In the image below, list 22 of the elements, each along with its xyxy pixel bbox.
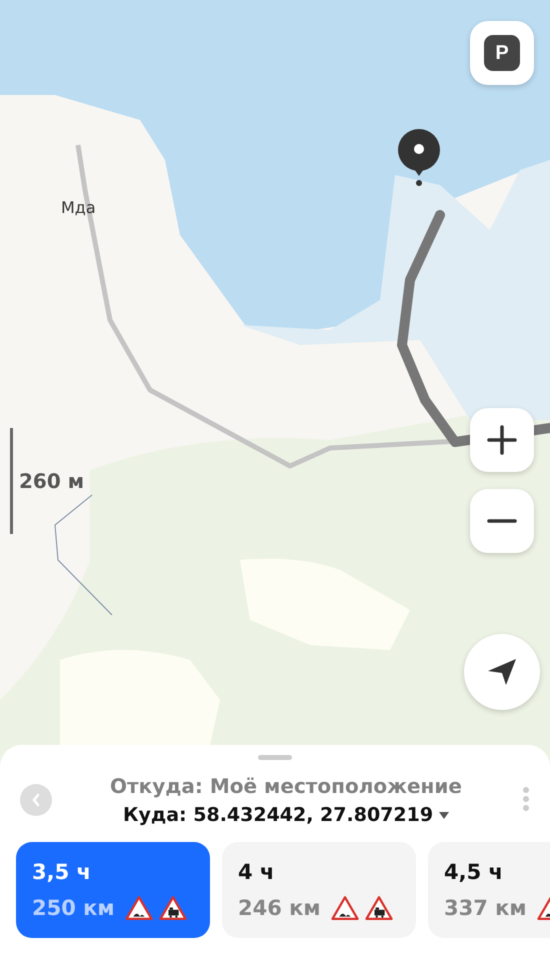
destination-selector[interactable]: Куда: 58.432442, 27.807219 [122, 804, 450, 826]
place-label: Мда [61, 198, 96, 217]
origin-label: Откуда: Моё местоположение [110, 774, 462, 798]
train-warning-icon [158, 895, 187, 920]
more-vertical-icon [522, 786, 530, 812]
plus-icon [487, 425, 517, 455]
route-option[interactable]: 4 ч 246 км [222, 842, 416, 938]
zoom-out-button[interactable] [470, 489, 534, 553]
scale-label: 260 м [19, 469, 84, 493]
train-warning-icon [364, 895, 393, 920]
route-option[interactable]: 4,5 ч 337 км [428, 842, 550, 938]
bump-warning-icon [124, 895, 153, 920]
dropdown-caret-icon [439, 812, 450, 818]
drag-handle[interactable] [258, 755, 292, 760]
parking-button[interactable]: P [470, 21, 534, 85]
chevron-left-icon [31, 793, 41, 807]
zoom-in-button[interactable] [470, 408, 534, 472]
minus-icon [487, 519, 517, 523]
route-option[interactable]: 3,5 ч 250 км [16, 842, 210, 938]
bump-warning-icon [330, 895, 359, 920]
map-pin-icon [398, 129, 440, 186]
navigation-arrow-icon [486, 657, 518, 687]
